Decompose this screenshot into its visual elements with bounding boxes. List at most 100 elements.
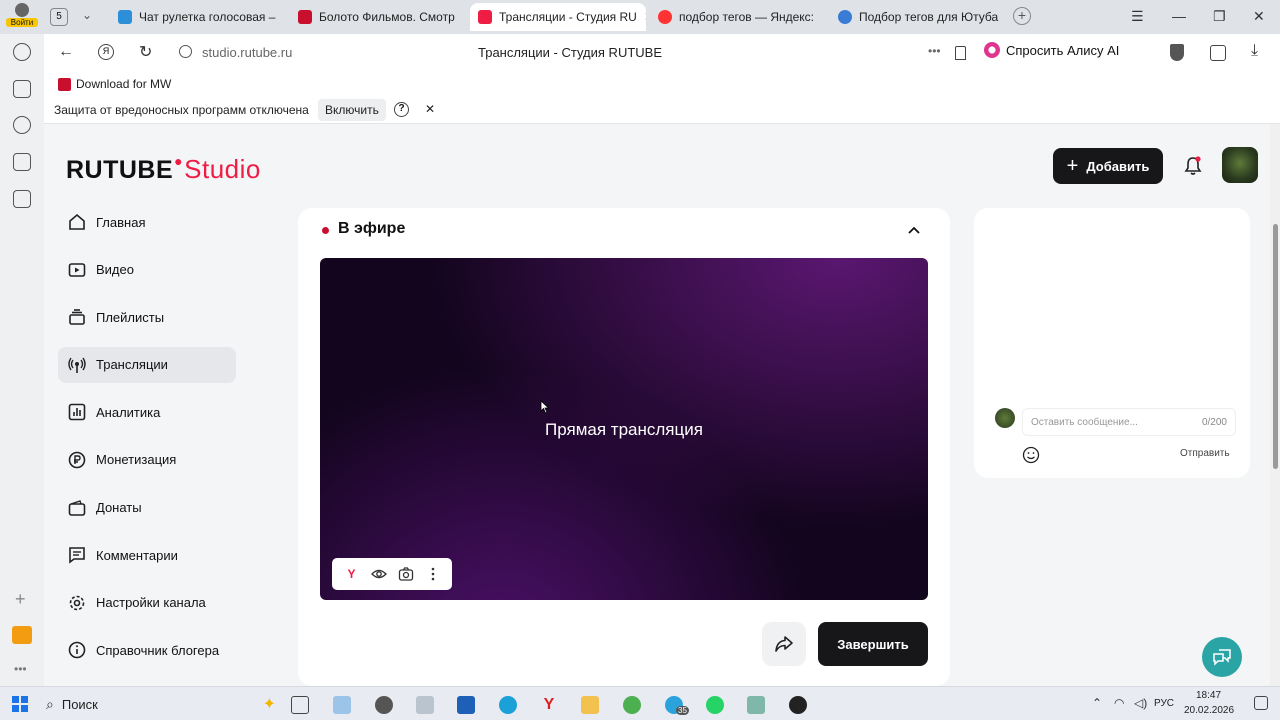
- add-button[interactable]: + Добавить: [1053, 148, 1163, 184]
- input-language[interactable]: РУС: [1154, 698, 1174, 709]
- more-icon[interactable]: •••: [14, 662, 27, 676]
- tab-rutube-studio[interactable]: Трансляции - Студия RU ✕: [470, 3, 646, 31]
- taskbar-search[interactable]: ⌕ Поиск ✦: [46, 693, 276, 715]
- collections-icon[interactable]: [13, 80, 31, 98]
- tab-favicon-icon: [658, 10, 672, 24]
- tab-title: Чат рулетка голосовая –: [139, 10, 276, 24]
- tab-favicon-icon: [478, 10, 492, 24]
- history-icon[interactable]: [13, 43, 31, 61]
- video-player[interactable]: Прямая трансляция Y: [320, 258, 928, 600]
- user-avatar[interactable]: [1222, 147, 1258, 183]
- tab-favicon-icon: [118, 10, 132, 24]
- mail-icon[interactable]: [12, 626, 32, 644]
- bookmark-label: Download for MW: [76, 77, 172, 91]
- search-highlight-icon: ✦: [262, 696, 276, 713]
- player-title: Прямая трансляция: [545, 420, 703, 439]
- chevron-up-icon[interactable]: [906, 222, 922, 238]
- tab-title: Подбор тегов для Ютуба: [859, 10, 999, 24]
- close-window-icon[interactable]: ✕: [1253, 8, 1265, 25]
- help-icon[interactable]: ?: [394, 102, 409, 117]
- profile-button[interactable]: Войти: [6, 2, 38, 30]
- menu-icon[interactable]: ☰: [1131, 8, 1144, 25]
- bookmark-icon[interactable]: [955, 46, 966, 60]
- reload-icon[interactable]: ↻: [139, 42, 152, 62]
- new-tab-button[interactable]: +: [1013, 7, 1031, 25]
- edge-icon[interactable]: [499, 696, 517, 714]
- ask-alice-button[interactable]: Спросить Алису AI: [984, 42, 1119, 58]
- download-icon[interactable]: ⤓: [1251, 42, 1258, 60]
- nav-label: Видео: [96, 262, 134, 278]
- end-stream-button[interactable]: Завершить: [818, 622, 928, 666]
- enable-protection-button[interactable]: Включить: [318, 99, 386, 121]
- screenshot-icon[interactable]: [13, 190, 31, 208]
- mw-favicon-icon: [58, 77, 71, 91]
- share-button[interactable]: [762, 622, 806, 666]
- tab-yandex-tags[interactable]: подбор тегов — Яндекс:: [650, 3, 826, 31]
- minimize-icon[interactable]: —: [1172, 8, 1186, 24]
- chat-send-button[interactable]: Отправить: [1180, 448, 1230, 459]
- nav-label: Монетизация: [96, 452, 177, 468]
- taskbar-search-label: Поиск: [61, 696, 98, 712]
- nav-item-broadcasts[interactable]: Трансляции: [58, 346, 236, 383]
- support-chat-button[interactable]: [1202, 637, 1242, 677]
- clock-time[interactable]: 18:47: [1196, 690, 1221, 701]
- chat-message-input[interactable]: Оставить сообщение... 0/200: [1022, 408, 1236, 436]
- bookmark-download-mw[interactable]: Download for MW: [58, 77, 171, 91]
- explorer-icon[interactable]: [581, 696, 599, 714]
- rutube-studio-logo[interactable]: RUTUBE●Studio: [66, 153, 261, 185]
- notifications-bell-icon[interactable]: [1184, 156, 1202, 176]
- notepad-icon[interactable]: [747, 696, 765, 714]
- bookmarks-bar: Download for MW: [44, 72, 1280, 96]
- comment-icon: [69, 547, 85, 564]
- recording-app-icon[interactable]: [789, 696, 807, 714]
- play-icon[interactable]: [13, 116, 31, 134]
- nav-item-blogger-guide[interactable]: Справочник блогера: [58, 632, 236, 668]
- maximize-icon[interactable]: ❐: [1213, 8, 1226, 25]
- close-warning-icon[interactable]: ✕: [425, 102, 435, 116]
- protect-icon[interactable]: [1170, 44, 1184, 61]
- clock-date[interactable]: 20.02.2026: [1184, 705, 1234, 716]
- whatsapp-icon[interactable]: [706, 696, 724, 714]
- page-scrollbar[interactable]: [1270, 124, 1280, 686]
- notification-center-icon[interactable]: [1254, 696, 1268, 710]
- nav-item-playlists[interactable]: Плейлисты: [58, 299, 236, 335]
- tab-youtube-tags[interactable]: Подбор тегов для Ютуба: [830, 3, 1006, 31]
- yandex-icon[interactable]: Y: [344, 566, 360, 582]
- extensions-icon[interactable]: [1210, 45, 1226, 61]
- tab-counter[interactable]: 5: [50, 8, 68, 26]
- nav-item-monetization[interactable]: Монетизация: [58, 442, 236, 478]
- photos-icon[interactable]: [416, 696, 434, 714]
- emoji-icon[interactable]: [1022, 446, 1040, 464]
- nav-item-donations[interactable]: Донаты: [58, 490, 236, 526]
- store-icon[interactable]: [457, 696, 475, 714]
- settings-icon[interactable]: [375, 696, 393, 714]
- yandex-home-icon[interactable]: Я: [98, 44, 114, 60]
- tab-list-chevron-icon[interactable]: ⌄: [82, 8, 92, 22]
- network-icon[interactable]: ◠: [1114, 696, 1124, 710]
- windows-start-icon[interactable]: [12, 696, 28, 712]
- more-options-icon[interactable]: •••: [928, 44, 941, 58]
- nav-item-channel-settings[interactable]: Настройки канала: [58, 585, 236, 621]
- camera-icon[interactable]: [398, 566, 414, 582]
- nav-item-comments[interactable]: Комментарии: [58, 537, 236, 573]
- eye-icon[interactable]: [370, 566, 387, 582]
- more-vertical-icon[interactable]: [425, 566, 441, 582]
- tray-chevron-icon[interactable]: ⌃: [1092, 696, 1102, 710]
- tab-boloto-films[interactable]: Болото Фильмов. Смотр: [290, 3, 466, 31]
- nav-item-analytics[interactable]: Аналитика: [58, 394, 236, 430]
- nav-item-home[interactable]: Главная: [58, 204, 236, 240]
- scrollbar-thumb[interactable]: [1273, 224, 1278, 469]
- tab-chat-roulette[interactable]: Чат рулетка голосовая –: [110, 3, 286, 31]
- add-panel-icon[interactable]: +: [15, 589, 26, 610]
- site-info-icon[interactable]: [179, 45, 192, 58]
- volume-icon[interactable]: ◁): [1134, 696, 1147, 710]
- nav-item-video[interactable]: Видео: [58, 252, 236, 288]
- five-app-icon[interactable]: [13, 153, 31, 171]
- back-icon[interactable]: ←: [58, 43, 74, 61]
- close-tab-icon[interactable]: ✕: [644, 9, 646, 25]
- yandex-browser-icon[interactable]: Y: [540, 696, 558, 714]
- url-field[interactable]: studio.rutube.ru: [202, 45, 292, 60]
- utorrent-icon[interactable]: [623, 696, 641, 714]
- task-view-icon[interactable]: [291, 696, 309, 714]
- file-manager-icon[interactable]: [333, 696, 351, 714]
